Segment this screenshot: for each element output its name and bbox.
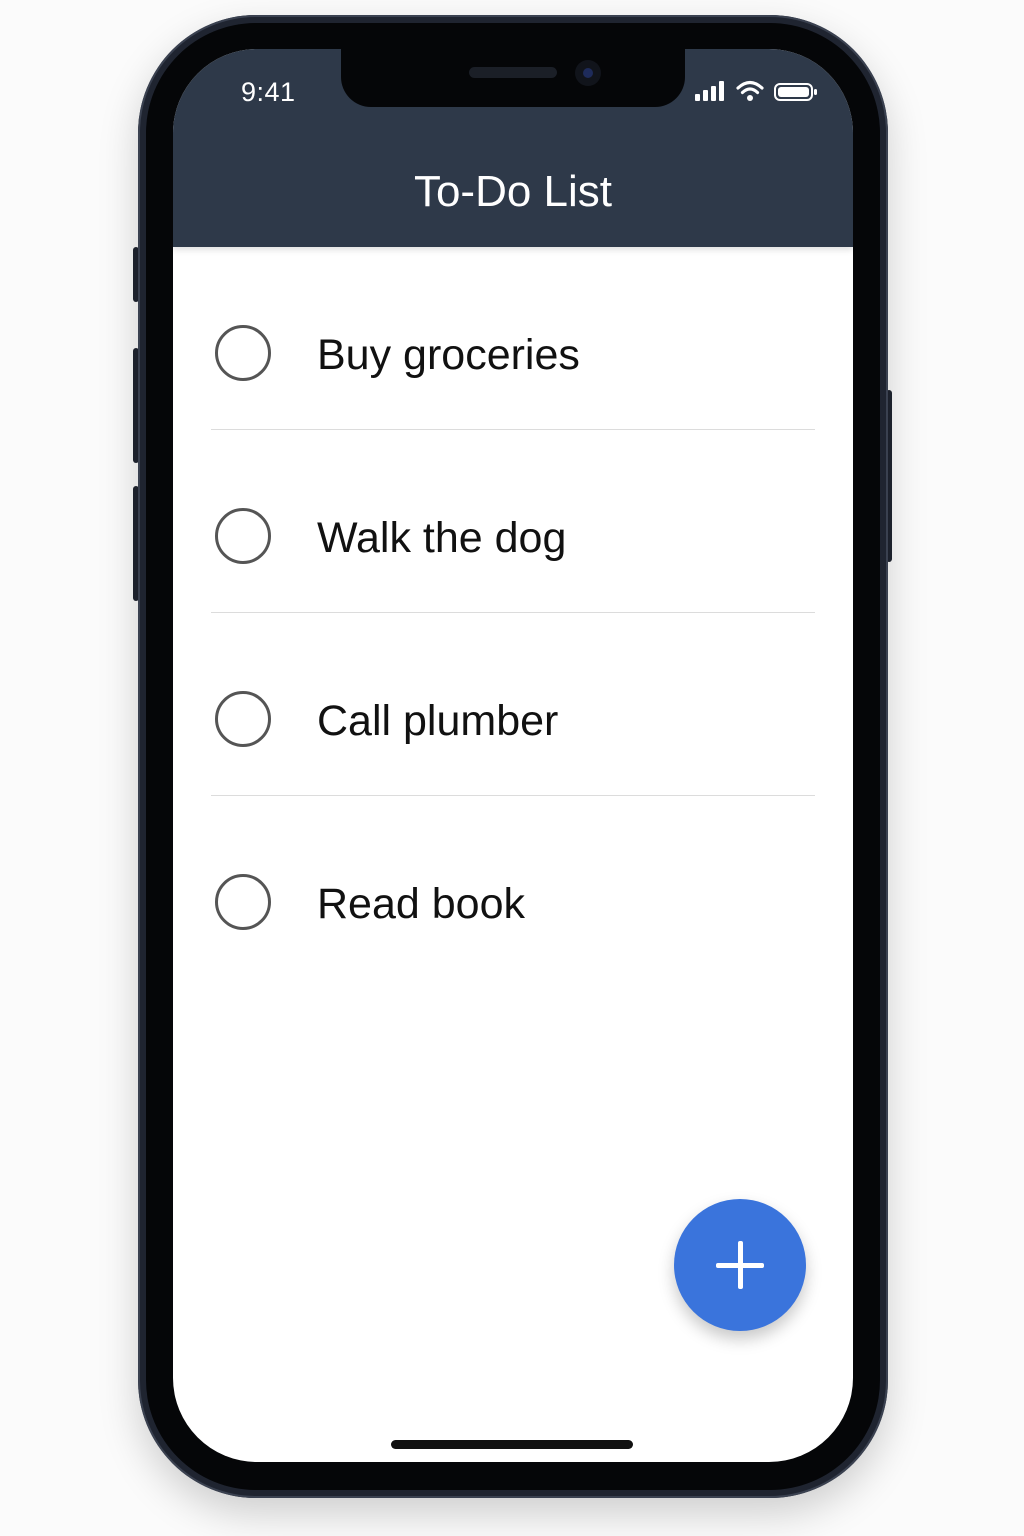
list-item[interactable]: Walk the dog	[211, 430, 815, 613]
todo-label: Call plumber	[317, 697, 559, 745]
checkbox-circle-icon[interactable]	[215, 691, 271, 747]
todo-label: Buy groceries	[317, 331, 580, 379]
checkbox-circle-icon[interactable]	[215, 874, 271, 930]
todo-label: Read book	[317, 880, 525, 928]
speaker-grille	[469, 67, 557, 78]
todo-label: Walk the dog	[317, 514, 567, 562]
phone-screen: 9:41 To-Do List Buy groceries Walk the d…	[173, 49, 853, 1462]
add-todo-button[interactable]	[674, 1199, 806, 1331]
list-item[interactable]: Buy groceries	[211, 247, 815, 430]
status-time: 9:41	[241, 77, 296, 107]
status-icons	[695, 80, 817, 103]
battery-icon	[774, 83, 817, 101]
wifi-icon	[736, 80, 764, 101]
front-camera	[575, 60, 601, 86]
checkbox-circle-icon[interactable]	[215, 325, 271, 381]
page-title: To-Do List	[413, 167, 613, 216]
checkbox-circle-icon[interactable]	[215, 508, 271, 564]
notch	[341, 49, 685, 107]
cellular-signal-icon	[695, 81, 729, 103]
list-item[interactable]: Read book	[211, 796, 815, 979]
app-header: 9:41 To-Do List	[173, 49, 853, 247]
list-item[interactable]: Call plumber	[211, 613, 815, 796]
home-indicator[interactable]	[391, 1440, 633, 1449]
todo-list: Buy groceries Walk the dog Call plumber …	[211, 247, 815, 979]
stage: 9:41 To-Do List Buy groceries Walk the d…	[0, 0, 1024, 1536]
